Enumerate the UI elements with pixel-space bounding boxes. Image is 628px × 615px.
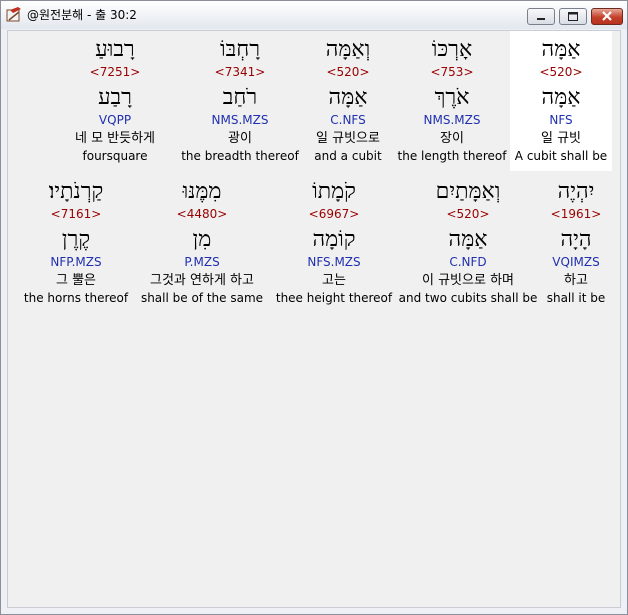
hebrew-lemma: הָיָה bbox=[560, 227, 592, 252]
minimize-button[interactable] bbox=[527, 8, 555, 25]
maximize-button[interactable] bbox=[559, 8, 587, 25]
hebrew-word: קֹמָתוֹ bbox=[312, 179, 356, 204]
english-translation: the breadth thereof bbox=[181, 149, 299, 163]
morphology-code: NFS.MZS bbox=[307, 255, 361, 269]
english-translation: the horns thereof bbox=[23, 291, 129, 305]
korean-translation: 일 규빗으로 bbox=[316, 131, 380, 146]
word-cell[interactable]: קֹמָתוֹ <6967> קוֹמָה NFS.MZS 고는 thee he… bbox=[274, 173, 394, 313]
hebrew-lemma: רָבַע bbox=[98, 85, 132, 110]
morphology-code: VQIMZS bbox=[552, 255, 600, 269]
english-translation: and a cubit bbox=[314, 149, 382, 163]
word-cell[interactable]: מִמֶּנּוּ <4480> מִן P.MZS 그것과 연하게 하고 sh… bbox=[134, 173, 270, 313]
strong-number: <6967> bbox=[308, 207, 360, 221]
strong-number: <520> bbox=[539, 65, 583, 79]
app-window: @원전분해 - 출 30:2 רָבוּעַ <7251> רָבַע VQPP… bbox=[0, 0, 628, 615]
hebrew-lemma: אֹרֶךְ bbox=[434, 85, 470, 110]
morphology-code: C.NFS bbox=[330, 113, 366, 127]
strong-number: <1961> bbox=[550, 207, 602, 221]
strong-number: <520> bbox=[446, 207, 490, 221]
korean-translation: 이 규빗으로 하며 bbox=[422, 273, 514, 288]
hebrew-word: רָבוּעַ bbox=[95, 37, 135, 62]
morphology-code: NFP.MZS bbox=[50, 255, 102, 269]
hebrew-word: מִמֶּנּוּ bbox=[182, 179, 222, 204]
hebrew-word: וְאַמָּה bbox=[325, 37, 371, 62]
strong-number: <7251> bbox=[89, 65, 141, 79]
close-button[interactable] bbox=[591, 8, 623, 25]
hebrew-lemma: אַמָּה bbox=[448, 227, 488, 252]
hebrew-word: רָחְבּוֹ bbox=[219, 37, 261, 62]
korean-translation: 그 뿔은 bbox=[55, 273, 96, 288]
english-translation: foursquare bbox=[82, 149, 148, 163]
hebrew-lemma: קוֹמָה bbox=[312, 227, 356, 252]
korean-translation: 네 모 반듯하게 bbox=[74, 131, 156, 146]
hebrew-word: יִהְיֶה bbox=[557, 179, 595, 204]
strong-number: <7341> bbox=[214, 65, 266, 79]
word-cell[interactable]: וְאַמָּתַיִם <520> אַמָּה C.NFD 이 규빗으로 하… bbox=[398, 173, 538, 313]
hebrew-lemma: רֹחַב bbox=[222, 85, 258, 110]
word-cell[interactable]: קַרְנֹתָיו׃ <7161> קֶרֶן NFP.MZS 그 뿔은 th… bbox=[22, 173, 130, 313]
morphology-code: VQPP bbox=[98, 113, 132, 127]
morphology-code: C.NFD bbox=[449, 255, 487, 269]
hebrew-word: אָרְכּוֹ bbox=[431, 37, 473, 62]
morphology-code: NFS bbox=[549, 113, 573, 127]
word-analysis-panel: רָבוּעַ <7251> רָבַע VQPP 네 모 반듯하게 fours… bbox=[7, 30, 621, 608]
title-bar[interactable]: @원전분해 - 출 30:2 bbox=[1, 1, 627, 29]
word-cell-selected[interactable]: אַמָּה <520> אַמָּה NFS 일 규빗 A cubit sha… bbox=[510, 31, 612, 171]
english-translation: and two cubits shall be bbox=[398, 291, 538, 305]
korean-translation: 광이 bbox=[228, 131, 252, 146]
morphology-code: NMS.MZS bbox=[211, 113, 269, 127]
word-cell[interactable]: רָבוּעַ <7251> רָבַע VQPP 네 모 반듯하게 fours… bbox=[56, 31, 174, 171]
strong-number: <520> bbox=[326, 65, 370, 79]
korean-translation: 고는 bbox=[322, 273, 346, 288]
morphology-code: P.MZS bbox=[184, 255, 220, 269]
hebrew-lemma: מִן bbox=[192, 227, 212, 252]
hebrew-word: וְאַמָּתַיִם bbox=[435, 179, 501, 204]
word-cell[interactable]: אָרְכּוֹ <753> אֹרֶךְ NMS.MZS 장이 the len… bbox=[396, 31, 508, 171]
strong-number: <753> bbox=[430, 65, 474, 79]
korean-translation: 일 규빗 bbox=[540, 131, 581, 146]
app-icon bbox=[6, 7, 22, 23]
hebrew-word: אַמָּה bbox=[541, 37, 581, 62]
english-translation: thee height thereof bbox=[275, 291, 393, 305]
hebrew-lemma: אַמָּה bbox=[541, 85, 581, 110]
strong-number: <4480> bbox=[176, 207, 228, 221]
korean-translation: 그것과 연하게 하고 bbox=[150, 273, 254, 288]
word-cell[interactable]: יִהְיֶה <1961> הָיָה VQIMZS 하고 shall it … bbox=[540, 173, 612, 313]
strong-number: <7161> bbox=[50, 207, 102, 221]
hebrew-lemma: אַמָּה bbox=[328, 85, 368, 110]
english-translation: the length thereof bbox=[397, 149, 507, 163]
english-translation: shall it be bbox=[546, 291, 606, 305]
korean-translation: 장이 bbox=[440, 131, 464, 146]
window-title: @원전분해 - 출 30:2 bbox=[27, 8, 137, 22]
morphology-code: NMS.MZS bbox=[423, 113, 481, 127]
korean-translation: 하고 bbox=[564, 273, 588, 288]
word-cell[interactable]: וְאַמָּה <520> אַמָּה C.NFS 일 규빗으로 and a… bbox=[302, 31, 394, 171]
hebrew-word: קַרְנֹתָיו׃ bbox=[48, 179, 104, 204]
word-cell[interactable]: רָחְבּוֹ <7341> רֹחַב NMS.MZS 광이 the bre… bbox=[178, 31, 302, 171]
english-translation: A cubit shall be bbox=[514, 149, 608, 163]
english-translation: shall be of the same bbox=[140, 291, 264, 305]
hebrew-lemma: קֶרֶן bbox=[61, 227, 91, 252]
